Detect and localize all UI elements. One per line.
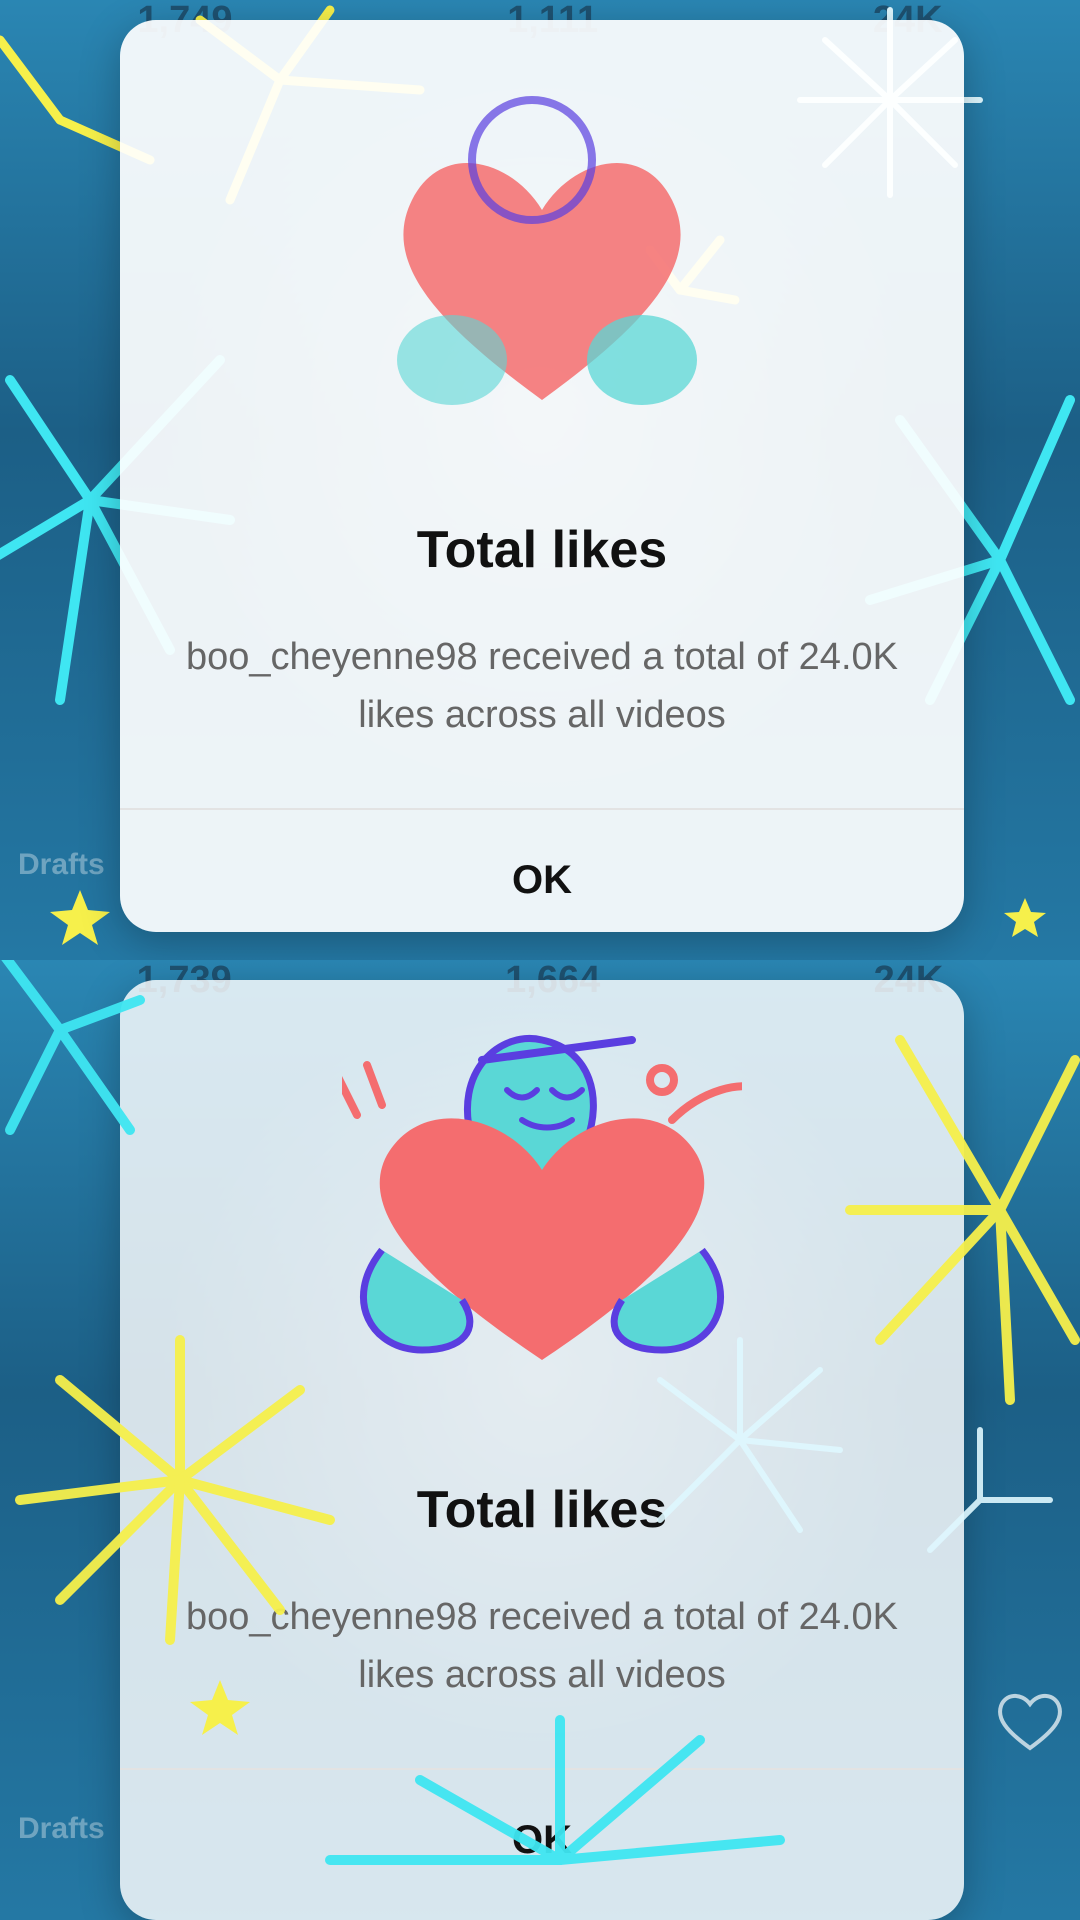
drafts-label: Drafts	[18, 848, 105, 881]
drafts-label: Drafts	[18, 1812, 105, 1845]
heart-outline-icon[interactable]	[995, 1690, 1065, 1752]
dialog-description: boo_cheyenne98 received a total of 24.0K…	[186, 636, 898, 736]
total-likes-dialog: Total likes boo_cheyenne98 received a to…	[120, 980, 964, 1920]
heart-hug-illustration	[397, 96, 697, 405]
bottom-frame: 1,739 1,664 24K Drafts Total likes boo_c…	[0, 960, 1080, 1920]
dialog-description: boo_cheyenne98 received a total of 24.0K…	[186, 1596, 898, 1696]
ok-button[interactable]: OK	[120, 1770, 964, 1910]
dialog-title: Total likes	[416, 1481, 668, 1539]
ok-button[interactable]: OK	[120, 810, 964, 932]
heart-hug-illustration	[342, 1035, 742, 1360]
dialog-title: Total likes	[416, 521, 668, 579]
total-likes-dialog: Total likes boo_cheyenne98 received a to…	[120, 20, 964, 932]
top-frame: 1,749 1,111 24K Drafts	[0, 0, 1080, 960]
